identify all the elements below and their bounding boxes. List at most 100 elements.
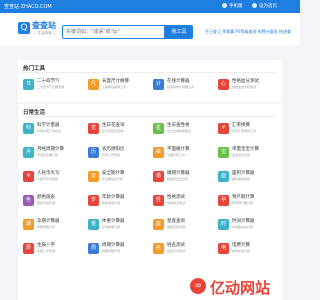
site-name[interactable]: 查查站 ZHACO.COM [4, 3, 52, 10]
divider [23, 116, 277, 117]
tool-card[interactable]: 花生日花查询 生日对应花查询 [88, 121, 144, 137]
baby-icon: 孕 [218, 195, 229, 206]
tool-name[interactable]: 二十四节气 [37, 78, 60, 84]
tool-card[interactable]: ¥ 人民币大写 人民币大写转换 [23, 169, 79, 185]
tool-desc: 孕期周数计算 [37, 225, 56, 229]
tool-name[interactable]: 星座查询 [167, 218, 185, 224]
tool-desc: 星座运势查询 [167, 225, 186, 229]
tool-name[interactable]: 时间计算器 [232, 218, 255, 224]
tool-card[interactable]: 月月经周期计算 月经安全期计算 [23, 145, 79, 161]
tool-card[interactable]: 孕预产期计算 怀孕预产期计算 [218, 193, 274, 209]
tool-name[interactable]: 性格血分测试 [232, 78, 259, 84]
tool-desc: 怀孕预产期计算 [232, 201, 254, 205]
tool-name[interactable]: 单量宝宝计算 [232, 146, 259, 152]
tool-card[interactable]: 岁年龄计算器 年龄在线计算 [88, 193, 144, 209]
tool-card[interactable]: 周周期计算器 周期天数计算 [88, 241, 144, 257]
tool-name[interactable]: 科学计量器 [37, 122, 60, 128]
tool-name[interactable]: 预产期计算 [232, 194, 255, 200]
tool-card[interactable]: 尺长度尺寸换算 长度单位换算工具 [88, 77, 144, 93]
tool-desc: 月经安全期计算 [37, 153, 59, 157]
tool-name[interactable]: 面积计算器 [232, 170, 255, 176]
tool-desc: 电费在线计算 [232, 249, 251, 253]
tool-card[interactable]: 电电费计算 电费在线计算 [218, 241, 274, 257]
tool-name[interactable]: 体重计算器 [102, 218, 125, 224]
tool-name[interactable]: 婚期计算器 [167, 170, 190, 176]
section-title: 日常生活 [23, 110, 46, 116]
clock-icon: 周 [88, 243, 99, 254]
hot-keywords[interactable]: 生日查 汇率换算 PS等级查询 电费计量表 快递查 [205, 29, 291, 35]
tool-name[interactable]: 平面磁计算 [167, 146, 190, 152]
tool-card[interactable]: 计在线计算器 在线科学计算器工具 [153, 77, 209, 93]
home-icon[interactable] [252, 3, 257, 8]
calculator-icon: 科 [23, 123, 34, 134]
tool-name[interactable]: 孕期计算器 [37, 218, 60, 224]
tool-name[interactable]: 安全期计算 [102, 170, 125, 176]
logo-title[interactable]: 查查站 [32, 20, 56, 31]
person-icon: 岁 [88, 195, 99, 206]
tool-card[interactable]: 色颜色值表 颜色代码查询 [23, 193, 79, 209]
tool-card[interactable]: 历农历阴阳历 农历公历转换 [88, 145, 144, 161]
mobile-icon[interactable] [222, 3, 227, 8]
tool-desc: 性格特点测试 [167, 201, 186, 205]
tool-name[interactable]: 农历阴阳历 [102, 146, 125, 152]
tool-card[interactable]: ¥ 汇率换算 货币汇率换算工具 [218, 121, 274, 137]
tool-desc: 生辰八字查询 [37, 249, 56, 253]
search-button[interactable]: 我工具 [165, 25, 193, 39]
watermark-text: 亿动网站 [210, 279, 271, 297]
tool-name[interactable]: 电费计算 [232, 242, 250, 248]
tool-name[interactable]: 年龄计算器 [102, 194, 125, 200]
grid-icon: 磁 [153, 147, 164, 158]
search-icon[interactable]: Q [18, 22, 30, 34]
search-input[interactable] [62, 25, 165, 39]
tool-name[interactable]: 在线计算器 [167, 78, 190, 84]
tool-desc: 农历公历转换 [102, 153, 121, 157]
tool-name[interactable]: 颜色值表 [37, 194, 55, 200]
tool-card[interactable]: 名姓名测试 姓名打分测试 [153, 241, 209, 257]
tool-name[interactable]: 生辰八字 [37, 242, 55, 248]
tool-card[interactable]: 时时间计算器 时间差在线计算 [218, 217, 274, 233]
tool-card[interactable]: 磁平面磁计算 平面计算工具 [153, 145, 209, 161]
calendar-icon: 历 [88, 147, 99, 158]
tool-desc: 标准体重计算 [102, 225, 121, 229]
mobile-link[interactable]: 手机版 [229, 3, 243, 9]
tool-name[interactable]: 长度尺寸换算 [102, 78, 129, 84]
tool-desc: 安全期在线计算 [102, 177, 124, 181]
tool-card[interactable]: 面面积计算器 面积单位换算 [218, 169, 274, 185]
scale-icon: 重 [88, 219, 99, 230]
palette-icon: 色 [23, 195, 34, 206]
tool-card[interactable]: 宝单量宝宝计算 宝宝成长计算 [218, 145, 274, 161]
tool-card[interactable]: 婚婚期计算器 结婚纪念日计算 [153, 169, 209, 185]
tool-desc: 货币汇率换算工具 [232, 129, 257, 133]
tool-card[interactable]: 性性格测试 性格特点测试 [153, 193, 209, 209]
tool-name[interactable]: 周期计算器 [102, 242, 125, 248]
tool-card[interactable]: 辰生辰八字 生辰八字查询 [23, 241, 79, 257]
set-home-link[interactable]: 设为首页 [259, 3, 277, 9]
tool-desc: 姓名打分测试 [167, 249, 186, 253]
tool-desc: 长度单位换算工具 [102, 85, 127, 89]
tool-name[interactable]: 生日花查询 [102, 122, 125, 128]
tool-card[interactable]: 重体重计算器 标准体重计算 [88, 217, 144, 233]
tool-desc: 科学计算工具在线 [37, 129, 62, 133]
clock-icon: 时 [218, 219, 229, 230]
tool-name[interactable]: 月经周期计算 [37, 146, 64, 152]
tool-desc: 周期天数计算 [102, 249, 121, 253]
tool-name[interactable]: 性格测试 [167, 194, 185, 200]
brand-logo-icon: ∞ [190, 278, 206, 294]
tool-name[interactable]: 姓名测试 [167, 242, 185, 248]
tool-card[interactable]: 节二十四节气 二十四节气日期查询 [23, 77, 79, 93]
tool-card[interactable]: 期孕期计算器 孕期周数计算 [23, 217, 79, 233]
logo-subtitle: — 生活查询 — [33, 31, 57, 35]
tool-desc: 颜色代码查询 [37, 201, 56, 205]
tool-card[interactable]: 安安全期计算 安全期在线计算 [88, 169, 144, 185]
tool-name[interactable]: 汇率换算 [232, 122, 250, 128]
tool-card[interactable]: 心性格血分测试 性格血型分析测试 [218, 77, 274, 93]
tool-card[interactable]: 座星座查询 星座运势查询 [153, 217, 209, 233]
tool-name[interactable]: 生日查性格 [167, 122, 190, 128]
baby-icon: 期 [23, 219, 34, 230]
tool-desc: 平面计算工具 [167, 153, 186, 157]
tool-card[interactable]: 科科学计量器 科学计算工具在线 [23, 121, 79, 137]
tool-card[interactable]: 星生日查性格 生日查询性格特点 [153, 121, 209, 137]
tool-name[interactable]: 人民币大写 [37, 170, 60, 176]
tool-desc: 时间差在线计算 [232, 225, 254, 229]
section-title: 热门工具 [23, 66, 46, 72]
